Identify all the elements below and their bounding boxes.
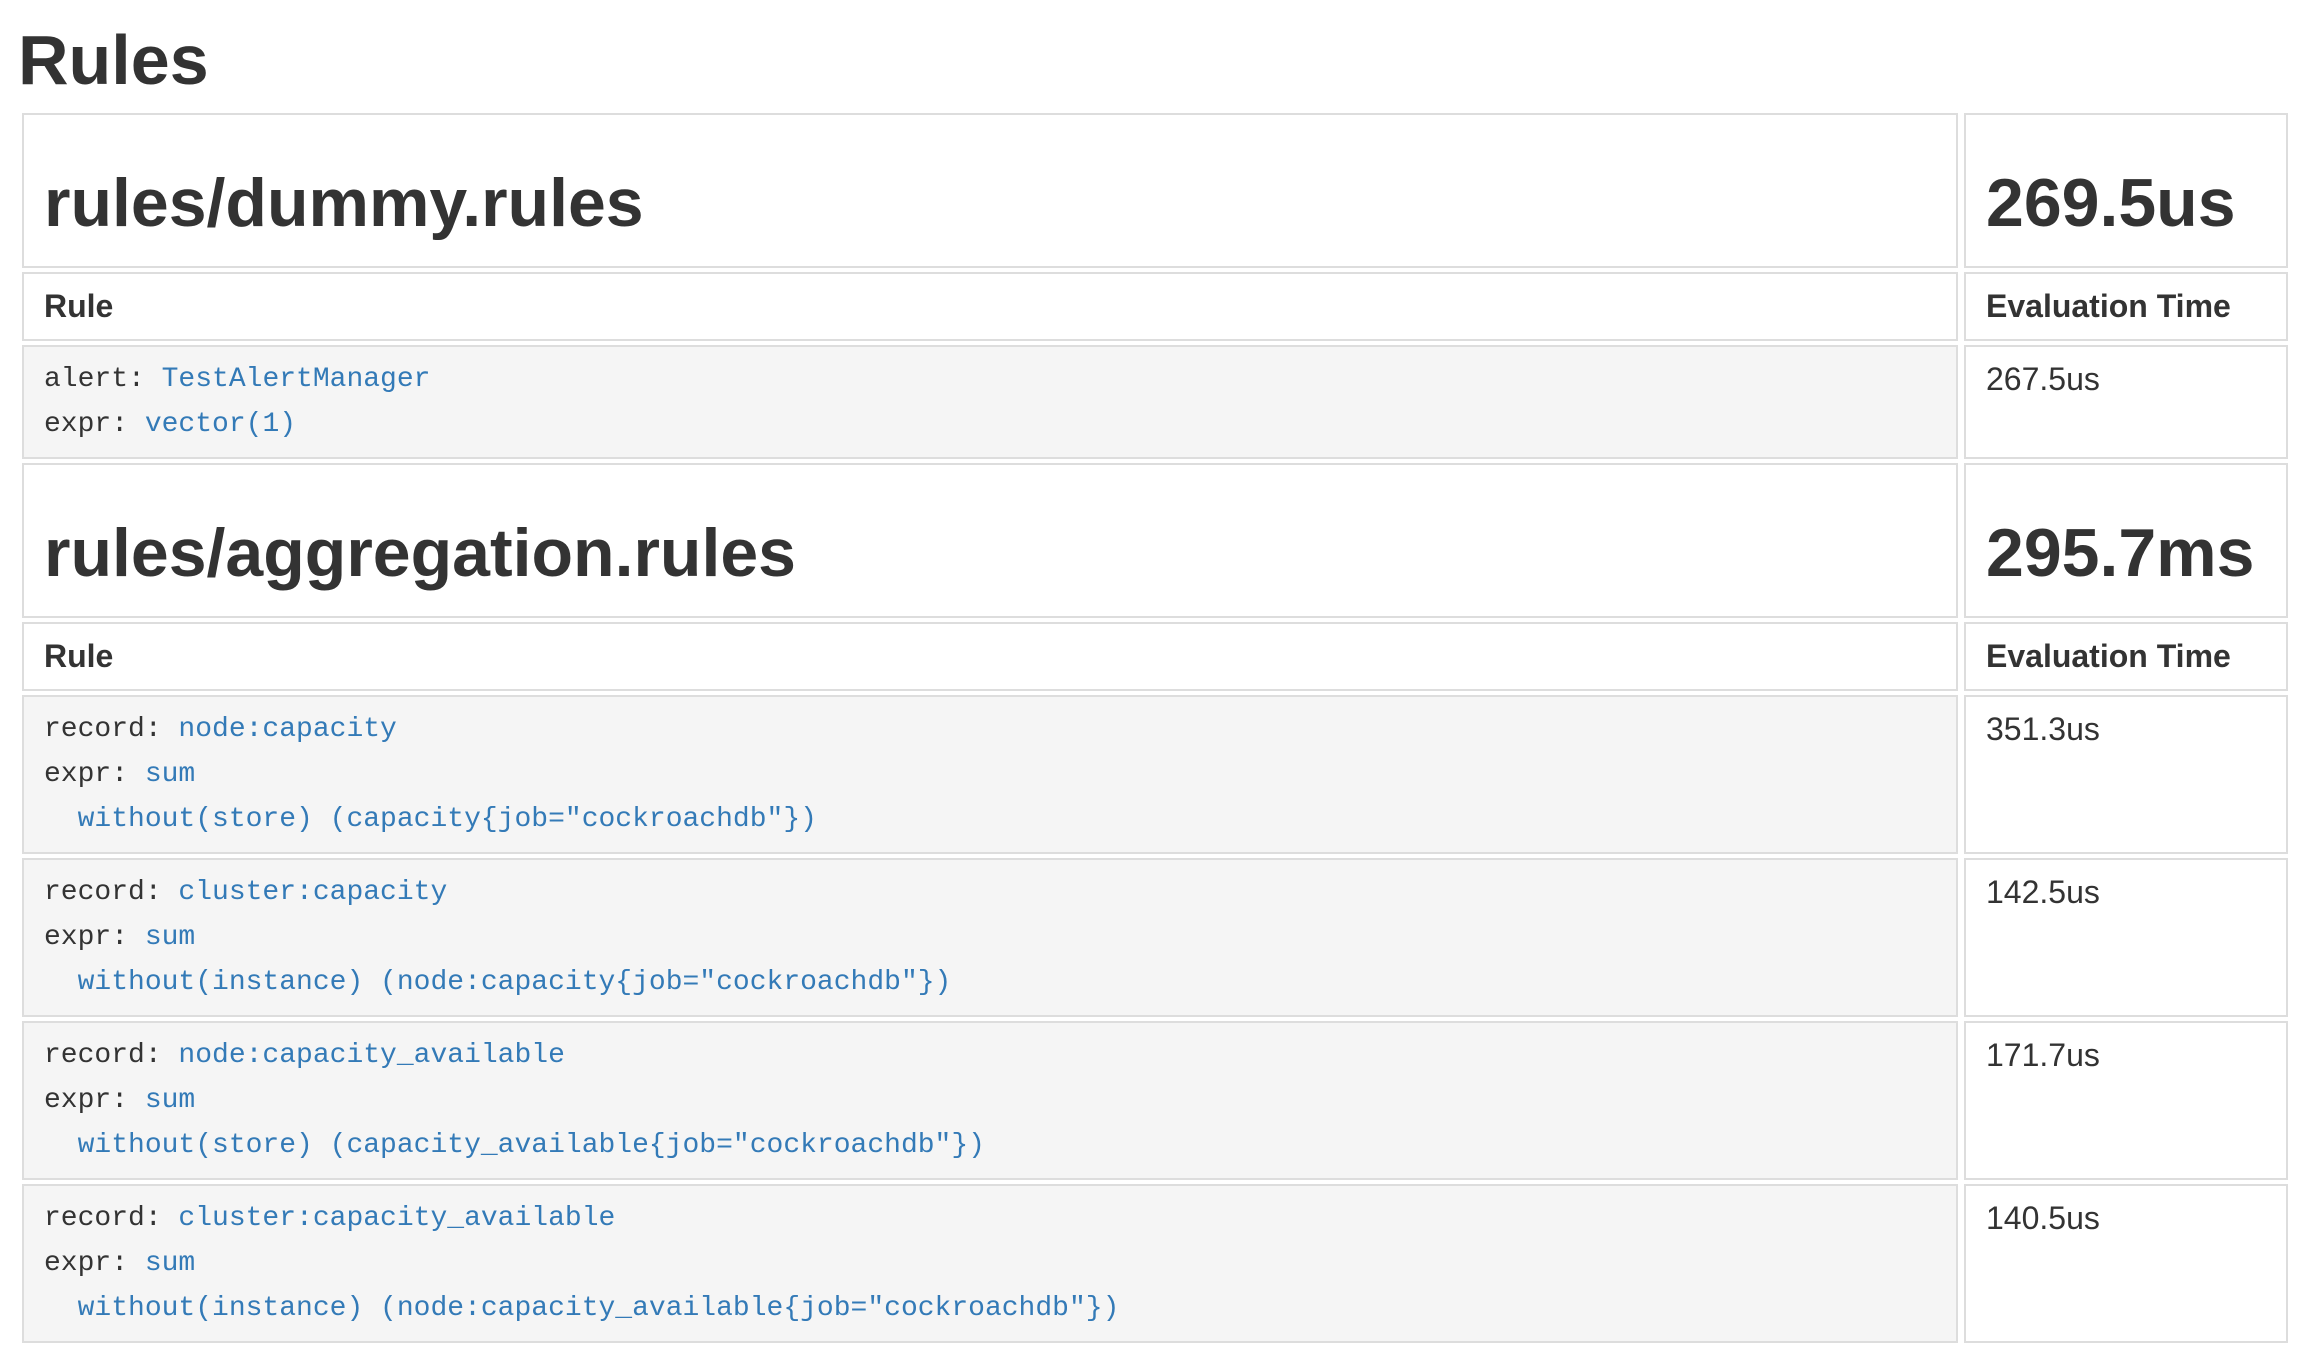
rule-row: record: node:capacity_available expr: su… [22, 1021, 2288, 1180]
rule-token-link[interactable]: vector(1) [145, 409, 296, 440]
rule-token-plain: alert: [44, 364, 162, 395]
rule-cell: record: node:capacity_available expr: su… [22, 1021, 1958, 1180]
rule-code: record: node:capacity expr: sum without(… [44, 707, 1936, 842]
rule-token-plain: expr: [44, 759, 145, 790]
rule-token-link[interactable]: sum [145, 1248, 195, 1279]
rule-token-link[interactable]: without(store) (capacity{job="cockroachd… [44, 804, 817, 835]
column-header-rule: Rule [22, 622, 1958, 691]
rule-cell: record: node:capacity expr: sum without(… [22, 695, 1958, 854]
rule-token-plain: expr: [44, 409, 145, 440]
column-header-rule: Rule [22, 272, 1958, 341]
rule-token-link[interactable]: cluster:capacity [178, 877, 447, 908]
rule-token-link[interactable]: TestAlertManager [162, 364, 431, 395]
rule-group-file-cell: rules/dummy.rules [22, 113, 1958, 268]
rule-row: record: cluster:capacity_available expr:… [22, 1184, 2288, 1343]
rules-page: Rules rules/dummy.rules269.5usRuleEvalua… [0, 22, 2316, 1347]
rule-group-eval-time: 295.7ms [1986, 515, 2266, 592]
column-header-evaluation-time: Evaluation Time [1964, 622, 2288, 691]
rule-code: record: cluster:capacity_available expr:… [44, 1196, 1936, 1331]
rule-eval-time-cell: 140.5us [1964, 1184, 2288, 1343]
rule-token-plain: expr: [44, 1248, 145, 1279]
rule-code: alert: TestAlertManager expr: vector(1) [44, 357, 1936, 447]
rule-group-header-row: rules/aggregation.rules 295.7ms [22, 463, 2288, 618]
rule-group-header-row: rules/dummy.rules 269.5us [22, 113, 2288, 268]
rule-eval-time-cell: 171.7us [1964, 1021, 2288, 1180]
rule-group-file-cell: rules/aggregation.rules [22, 463, 1958, 618]
rule-row: record: node:capacity expr: sum without(… [22, 695, 2288, 854]
rule-code: record: cluster:capacity expr: sum witho… [44, 870, 1936, 1005]
rule-cell: alert: TestAlertManager expr: vector(1) [22, 345, 1958, 459]
rule-token-link[interactable]: node:capacity_available [178, 1040, 564, 1071]
rule-cell: record: cluster:capacity_available expr:… [22, 1184, 1958, 1343]
rule-row: alert: TestAlertManager expr: vector(1) 2… [22, 345, 2288, 459]
column-header-evaluation-time: Evaluation Time [1964, 272, 2288, 341]
rule-token-link[interactable]: node:capacity [178, 714, 396, 745]
column-header-row: RuleEvaluation Time [22, 272, 2288, 341]
rules-table-body: rules/dummy.rules269.5usRuleEvaluation T… [22, 113, 2288, 1343]
rule-eval-time-cell: 351.3us [1964, 695, 2288, 854]
rule-cell: record: cluster:capacity expr: sum witho… [22, 858, 1958, 1017]
rule-token-link[interactable]: without(instance) (node:capacity_availab… [44, 1293, 1119, 1324]
rule-token-link[interactable]: without(instance) (node:capacity{job="co… [44, 967, 951, 998]
column-header-row: RuleEvaluation Time [22, 622, 2288, 691]
rules-table: rules/dummy.rules269.5usRuleEvaluation T… [16, 109, 2294, 1347]
rule-group-time-cell: 269.5us [1964, 113, 2288, 268]
rule-code: record: node:capacity_available expr: su… [44, 1033, 1936, 1168]
rule-token-link[interactable]: sum [145, 1085, 195, 1116]
rule-group-name: rules/dummy.rules [44, 165, 1936, 242]
page-title: Rules [18, 22, 2294, 99]
rule-group-eval-time: 269.5us [1986, 165, 2266, 242]
rule-token-link[interactable]: cluster:capacity_available [178, 1203, 615, 1234]
rule-token-link[interactable]: without(store) (capacity_available{job="… [44, 1130, 985, 1161]
rule-row: record: cluster:capacity expr: sum witho… [22, 858, 2288, 1017]
rule-group-time-cell: 295.7ms [1964, 463, 2288, 618]
rule-token-plain: record: [44, 714, 178, 745]
rule-eval-time-cell: 142.5us [1964, 858, 2288, 1017]
rule-token-plain: record: [44, 877, 178, 908]
rule-token-link[interactable]: sum [145, 922, 195, 953]
rule-token-link[interactable]: sum [145, 759, 195, 790]
rule-token-plain: expr: [44, 1085, 145, 1116]
rule-eval-time-cell: 267.5us [1964, 345, 2288, 459]
rule-token-plain: record: [44, 1203, 178, 1234]
rule-group-name: rules/aggregation.rules [44, 515, 1936, 592]
rule-token-plain: expr: [44, 922, 145, 953]
rule-token-plain: record: [44, 1040, 178, 1071]
